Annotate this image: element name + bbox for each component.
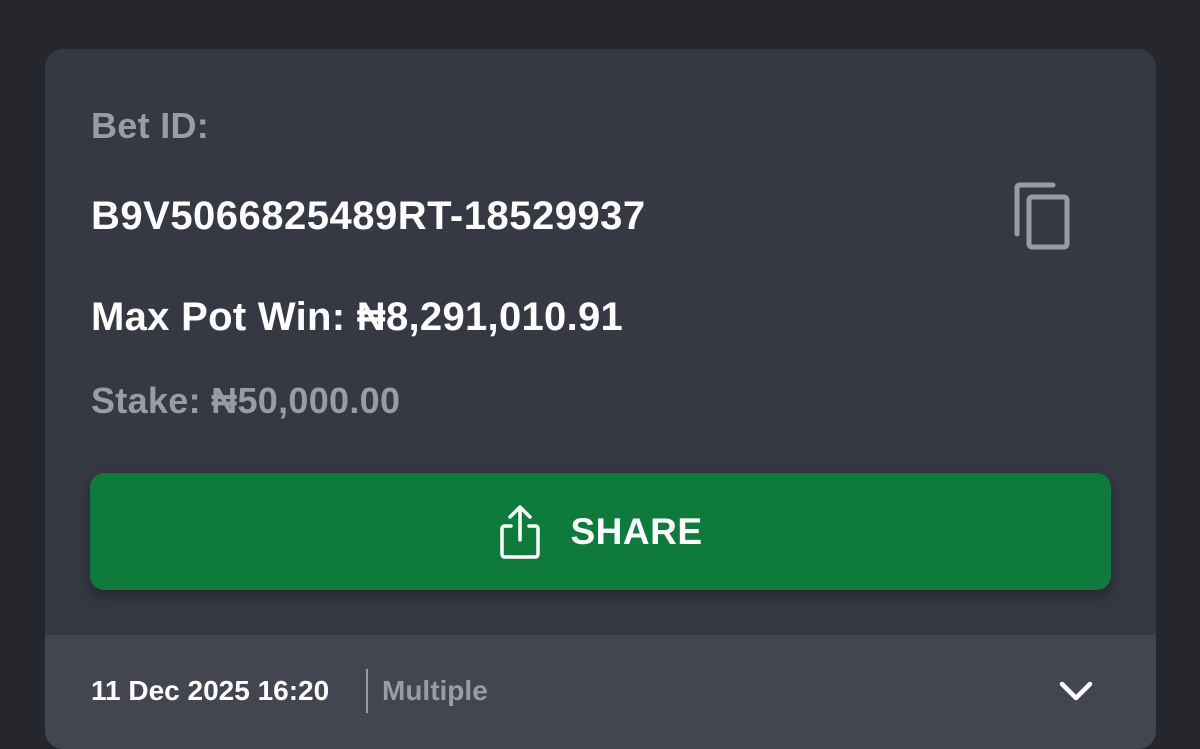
bet-id-label: Bet ID: [91,105,210,146]
share-icon [500,504,541,559]
footer-divider [366,669,368,713]
bet-datetime: 11 Dec 2025 16:20 [91,675,330,706]
bet-footer[interactable]: 11 Dec 2025 16:20 Multiple [45,635,1156,749]
share-button[interactable]: SHARE [90,473,1111,590]
copy-icon [1014,182,1070,250]
copy-button[interactable] [1011,182,1075,254]
bet-type: Multiple [382,675,488,706]
max-pot-win: Max Pot Win: ₦8,291,010.91 [91,295,624,339]
share-button-label: SHARE [570,510,703,552]
chevron-down-icon[interactable] [1058,679,1094,703]
stake: Stake: ₦50,000.00 [91,380,401,421]
bet-id-value: B9V5066825489RT-18529937 [91,194,646,238]
bet-card: Bet ID: B9V5066825489RT-18529937 Max Pot… [45,49,1156,749]
